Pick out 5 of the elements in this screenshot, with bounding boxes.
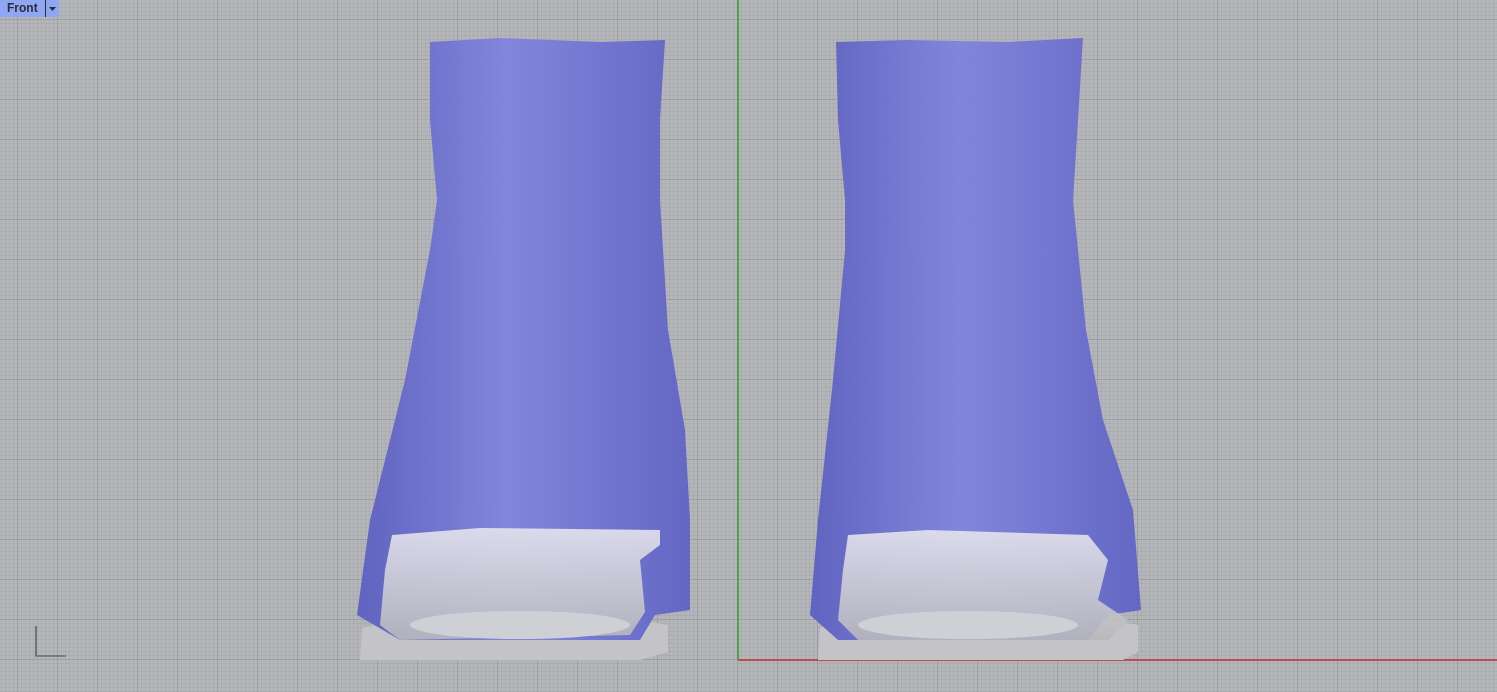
dropdown-caret-icon[interactable] [48, 6, 56, 11]
viewport[interactable]: Front [0, 0, 1497, 692]
axis-icon [35, 625, 67, 657]
viewport-title[interactable]: Front [0, 0, 45, 17]
viewport-tab[interactable]: Front [0, 0, 59, 17]
